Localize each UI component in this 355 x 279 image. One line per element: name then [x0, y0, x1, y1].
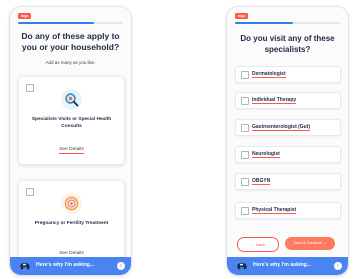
option-dermatologist[interactable]: Dermatologist [235, 66, 341, 83]
magnifier-icon [61, 89, 82, 110]
arrow-icon[interactable]: › [117, 261, 125, 270]
option-checkbox[interactable] [241, 124, 249, 132]
why-asking-text: Here's why I'm asking... [36, 262, 95, 268]
left-phone-screen: logo Do any of these apply to you or you… [9, 6, 132, 276]
option-checkbox[interactable] [241, 71, 249, 79]
logo: logo [18, 13, 32, 19]
see-details-label[interactable]: See Details [59, 147, 84, 154]
card-checkbox[interactable] [26, 188, 34, 196]
progress-bar [18, 22, 123, 24]
option-checkbox[interactable] [241, 97, 249, 105]
option-gastroenterologist[interactable]: Gastroenterologist (Gut) [235, 119, 341, 136]
car-icon [237, 263, 247, 270]
option-label: Gastroenterologist (Gut) [252, 123, 311, 131]
option-obgyn[interactable]: OBGYN [235, 173, 341, 190]
option-checkbox[interactable] [241, 178, 249, 186]
see-details-link[interactable]: See Details [19, 147, 124, 154]
see-details-link[interactable]: See Details [19, 251, 124, 258]
logo: logo [235, 13, 249, 19]
card-title: Pregnancy or Fertility Treatment [34, 221, 109, 226]
option-card-pregnancy[interactable]: Pregnancy or Fertility Treatment See Det… [18, 180, 125, 269]
option-label: Individual Therapy [252, 96, 297, 104]
pregnancy-icon [61, 193, 82, 214]
option-checkbox[interactable] [241, 151, 249, 159]
page-title: Do you visit any of these specialists? [240, 34, 335, 54]
progress-bar [235, 22, 340, 24]
option-label: Physical Therapist [252, 206, 297, 214]
why-asking-text: Here's why I'm asking... [253, 262, 312, 268]
save-continue-button[interactable]: Save & Continue → [285, 237, 335, 250]
option-physical-therapist[interactable]: Physical Therapist [235, 202, 341, 219]
page-subtitle: Add as many as you like. [45, 60, 96, 65]
option-label: Dermatologist [252, 70, 286, 78]
card-title: Specialists Visits or Special Health Con… [31, 117, 112, 129]
option-label: OBGYN [252, 177, 271, 185]
option-card-specialists[interactable]: Specialists Visits or Special Health Con… [18, 76, 125, 165]
page-title: Do any of these apply to you or your hou… [21, 31, 120, 52]
option-individual-therapy[interactable]: Individual Therapy [235, 92, 341, 109]
why-asking-bar[interactable]: Here's why I'm asking... › [227, 257, 348, 275]
option-label: Neurologist [252, 150, 280, 158]
option-neurologist[interactable]: Neurologist [235, 146, 341, 163]
progress-fill [235, 22, 293, 24]
why-asking-bar[interactable]: Here's why I'm asking... › [10, 257, 131, 275]
card-checkbox[interactable] [26, 84, 34, 92]
car-icon [20, 263, 30, 270]
right-phone-screen: logo Do you visit any of these specialis… [226, 6, 349, 276]
option-checkbox[interactable] [241, 207, 249, 215]
arrow-icon[interactable]: › [334, 261, 342, 270]
back-button[interactable]: ← Back [237, 237, 279, 252]
progress-fill [18, 22, 94, 24]
